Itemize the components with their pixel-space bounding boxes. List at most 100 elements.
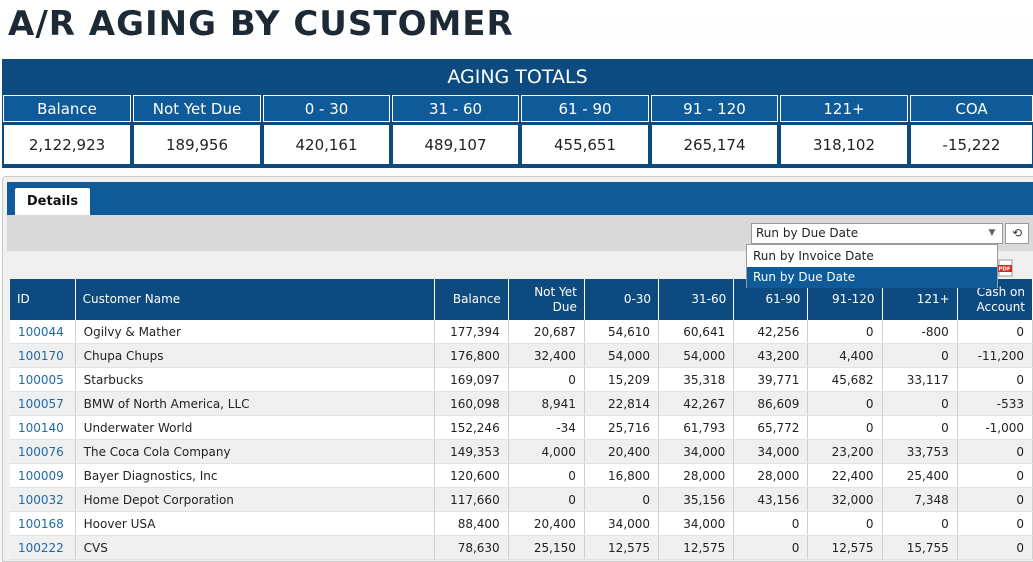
amount-cell: -800 (882, 320, 958, 344)
amount-cell: 169,097 (434, 367, 509, 392)
customer-id-link[interactable]: 100032 (10, 487, 76, 512)
table-row[interactable]: 100057 BMW of North America, LLC 160,098 8,… (10, 391, 1033, 416)
totals-value-3: 489,107 (392, 124, 519, 165)
amount-cell: 0 (882, 415, 958, 440)
totals-value-0: 2,122,923 (3, 124, 131, 165)
amount-cell: 16,800 (584, 463, 660, 488)
amount-cell: 12,575 (807, 535, 883, 560)
amount-cell: 20,400 (584, 439, 660, 464)
amount-cell: 12,575 (658, 535, 735, 560)
table-row[interactable]: 100170 Chupa Chups 176,800 32,400 54,000 54,0… (10, 343, 1033, 368)
table-row[interactable]: 100032 Home Depot Corporation 117,660 0 0 35,… (10, 487, 1033, 512)
table-row[interactable]: 100140 Underwater World 152,246 -34 25,716 61… (10, 415, 1033, 440)
totals-header-1: Not Yet Due (133, 95, 261, 122)
totals-header-4: 61 - 90 (521, 95, 649, 122)
customer-id-link[interactable]: 100057 (10, 391, 76, 416)
amount-cell: 22,400 (807, 463, 883, 488)
customer-id-link[interactable]: 100170 (10, 343, 76, 368)
chevron-down-icon[interactable]: ▼ (984, 224, 1000, 243)
amount-cell: 35,318 (658, 367, 735, 392)
customer-id-link[interactable]: 100044 (10, 320, 76, 344)
customer-name-cell: The Coca Cola Company (75, 439, 435, 464)
amount-cell: 0 (957, 535, 1033, 560)
run-by-select-value: Run by Due Date (756, 226, 859, 240)
totals-value-2: 420,161 (263, 124, 390, 165)
amount-cell: 0 (882, 511, 958, 536)
amount-cell: 42,267 (658, 391, 735, 416)
column-header-2[interactable]: Balance (434, 279, 509, 320)
amount-cell: -533 (957, 391, 1033, 416)
amount-cell: -34 (508, 415, 585, 440)
totals-header-3: 31 - 60 (392, 95, 519, 122)
table-row[interactable]: 100044 Ogilvy & Mather 177,394 20,687 54,610… (10, 320, 1033, 344)
amount-cell: 4,400 (807, 343, 883, 368)
run-by-due-date-option[interactable]: Run by Due Date (747, 267, 997, 288)
customer-id-link[interactable]: 100168 (10, 511, 76, 536)
table-row[interactable]: 100222 CVS 78,630 25,150 12,575 12,575 0 12,575… (10, 535, 1033, 560)
customer-id-link[interactable]: 100009 (10, 463, 76, 488)
column-header-3[interactable]: Not Yet Due (508, 279, 585, 320)
amount-cell: 0 (733, 511, 809, 536)
column-header-1[interactable]: Customer Name (75, 279, 435, 320)
amount-cell: 0 (957, 439, 1033, 464)
tab-details[interactable]: Details (15, 188, 90, 215)
amount-cell: 54,000 (584, 343, 660, 368)
refresh-button[interactable]: ⟲ (1005, 223, 1029, 244)
totals-value-4: 455,651 (521, 124, 649, 165)
amount-cell: 34,000 (584, 511, 660, 536)
table-row[interactable]: 100009 Bayer Diagnostics, Inc 120,600 0 16,8… (10, 463, 1033, 488)
run-by-invoice-date-option[interactable]: Run by Invoice Date (747, 246, 997, 267)
table-row[interactable]: 100168 Hoover USA 88,400 20,400 34,000 34,000… (10, 511, 1033, 536)
svg-text:PDF: PDF (998, 267, 1011, 273)
totals-value-6: 318,102 (780, 124, 908, 165)
customer-id-link[interactable]: 100222 (10, 535, 76, 560)
amount-cell: 8,941 (508, 391, 585, 416)
amount-cell: 120,600 (434, 463, 509, 488)
aging-grid: ID Customer Name Balance Not Yet Due 0-30 31-… (10, 279, 1033, 560)
amount-cell: 0 (957, 511, 1033, 536)
customer-id-link[interactable]: 100140 (10, 415, 76, 440)
amount-cell: 23,200 (807, 439, 883, 464)
amount-cell: 177,394 (434, 320, 509, 344)
amount-cell: 0 (957, 463, 1033, 488)
customer-id-link[interactable]: 100005 (10, 367, 76, 392)
amount-cell: 0 (733, 535, 809, 560)
totals-value-1: 189,956 (133, 124, 261, 165)
details-tabbar: Details (7, 182, 1033, 215)
column-header-0[interactable]: ID (10, 279, 76, 320)
amount-cell: 33,117 (882, 367, 958, 392)
aging-totals-title: AGING TOTALS (447, 66, 588, 88)
totals-header-0: Balance (3, 95, 131, 122)
run-by-select[interactable]: Run by Due Date ▼ (751, 223, 1003, 244)
amount-cell: 86,609 (733, 391, 809, 416)
amount-cell: 33,753 (882, 439, 958, 464)
pdf-icon[interactable]: PDF (997, 259, 1015, 277)
totals-value-5: 265,174 (651, 124, 778, 165)
amount-cell: 20,400 (508, 511, 585, 536)
amount-cell: 0 (508, 463, 585, 488)
column-header-5[interactable]: 31-60 (658, 279, 735, 320)
totals-header-7: COA (910, 95, 1033, 122)
column-header-4[interactable]: 0-30 (584, 279, 660, 320)
customer-name-cell: Bayer Diagnostics, Inc (75, 463, 435, 488)
amount-cell: 43,200 (733, 343, 809, 368)
totals-header-2: 0 - 30 (263, 95, 390, 122)
table-row[interactable]: 100005 Starbucks 169,097 0 15,209 35,318 39,77… (10, 367, 1033, 392)
customer-id-link[interactable]: 100076 (10, 439, 76, 464)
run-by-dropdown: Run by Invoice Date Run by Due Date (746, 244, 998, 288)
amount-cell: 42,256 (733, 320, 809, 344)
amount-cell: 20,687 (508, 320, 585, 344)
amount-cell: 4,000 (508, 439, 585, 464)
table-row[interactable]: 100076 The Coca Cola Company 149,353 4,000 2… (10, 439, 1033, 464)
amount-cell: 54,610 (584, 320, 660, 344)
amount-cell: 15,755 (882, 535, 958, 560)
page-title: A/R AGING BY CUSTOMER (8, 4, 514, 44)
amount-cell: 0 (508, 367, 585, 392)
amount-cell: 43,156 (733, 487, 809, 512)
amount-cell: 0 (807, 415, 883, 440)
amount-cell: 12,575 (584, 535, 660, 560)
amount-cell: 0 (957, 487, 1033, 512)
amount-cell: 0 (807, 320, 883, 344)
totals-header-6: 121+ (780, 95, 908, 122)
amount-cell: 88,400 (434, 511, 509, 536)
